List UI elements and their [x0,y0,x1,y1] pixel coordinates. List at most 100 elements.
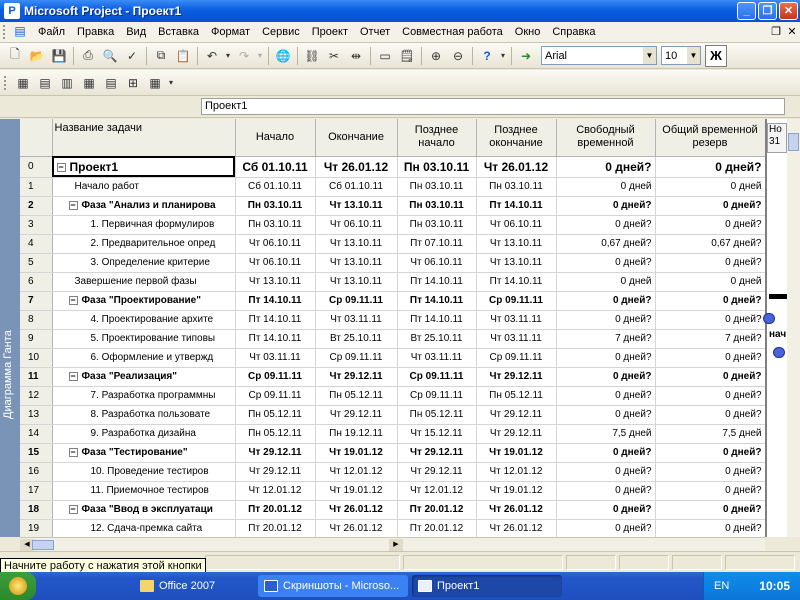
scroll-thumb[interactable] [32,540,54,550]
late-finish-cell[interactable]: Чт 12.01.12 [476,462,557,482]
start-cell[interactable]: Пн 03.10.11 [235,215,316,235]
row-id-cell[interactable]: 14 [20,424,53,444]
vertical-scrollbar[interactable] [787,119,800,537]
table-row[interactable]: 2− Фаза "Анализ и планирова Пн 03.10.11 Чт … [20,196,765,216]
total-slack-cell[interactable]: 0 дней [655,177,765,197]
gantt-task-bar[interactable] [763,313,775,324]
start-cell[interactable]: Ср 09.11.11 [235,386,316,406]
total-slack-cell[interactable]: 0 дней [655,272,765,292]
free-slack-cell[interactable]: 0 дней? [556,462,656,482]
row-id-cell[interactable]: 8 [20,310,53,330]
free-slack-cell[interactable]: 7,5 дней [556,424,656,444]
indent-arrow-icon[interactable]: ➜ [515,45,537,67]
row-id-cell[interactable]: 9 [20,329,53,349]
start-button[interactable] [0,572,36,600]
task-name-cell[interactable]: 5. Проектирование типовы [52,329,236,349]
row-id-cell[interactable]: 16 [20,462,53,482]
bold-button[interactable]: Ж [705,44,727,67]
view-network-icon[interactable]: ▥ [56,72,78,94]
finish-cell[interactable]: Ср 09.11.11 [315,348,398,368]
column-header-late-finish[interactable]: Позднее окончание [476,119,557,157]
font-select[interactable]: Arial ▼ [541,46,657,65]
collapse-icon[interactable]: − [56,162,66,172]
table-row[interactable]: 3 1. Первичная формулиров Пн 03.10.11 Чт 06… [20,215,765,235]
late-start-cell[interactable]: Ср 09.11.11 [397,367,477,387]
collapse-icon[interactable]: − [68,371,78,381]
task-name-cell[interactable]: − Фаза "Анализ и планирова [52,196,236,216]
gantt-task-bar[interactable] [773,347,785,358]
scroll-thumb[interactable] [788,133,799,151]
late-finish-cell[interactable]: Чт 06.10.11 [476,215,557,235]
free-slack-cell[interactable]: 0 дней? [556,348,656,368]
start-cell[interactable]: Пт 14.10.11 [235,291,316,311]
view-gantt-icon[interactable]: ▤ [34,72,56,94]
finish-cell[interactable]: Пн 19.12.11 [315,424,398,444]
start-cell[interactable]: Чт 12.01.12 [235,481,316,501]
entry-field[interactable]: Проект1 [201,98,785,115]
task-name-cell[interactable]: 1. Первичная формулиров [52,215,236,235]
toolbar-grip[interactable] [4,75,10,90]
task-name-cell[interactable]: Завершение первой фазы [52,272,236,292]
total-slack-cell[interactable]: 0 дней? [655,519,765,537]
free-slack-cell[interactable]: 0 дней? [556,500,656,520]
new-icon[interactable]: 🗋 [4,45,26,67]
finish-cell[interactable]: Чт 12.01.12 [315,462,398,482]
late-finish-cell[interactable]: Чт 03.11.11 [476,329,557,349]
late-start-cell[interactable]: Пн 03.10.11 [397,196,477,216]
menu-help[interactable]: Справка [546,22,601,43]
paste-icon[interactable]: 📋 [172,45,194,67]
finish-cell[interactable]: Чт 13.10.11 [315,253,398,273]
hyperlink-globe-icon[interactable]: 🌐 [272,45,294,67]
start-cell[interactable]: Чт 06.10.11 [235,253,316,273]
task-name-cell[interactable]: − Фаза "Тестирование" [52,443,236,463]
start-cell[interactable]: Пн 05.12.11 [235,405,316,425]
language-indicator[interactable]: EN [714,580,729,592]
column-header-late-start[interactable]: Позднее начало [397,119,477,157]
menu-project[interactable]: Проект [306,22,354,43]
finish-cell[interactable]: Сб 01.10.11 [315,177,398,197]
column-header-total-slack[interactable]: Общий временной резерв [655,119,765,157]
total-slack-cell[interactable]: 0 дней? [655,253,765,273]
doc-close-icon[interactable]: ✕ [784,24,800,40]
finish-cell[interactable]: Чт 26.01.12 [315,156,398,178]
row-id-cell[interactable]: 12 [20,386,53,406]
taskbar-item-word[interactable]: Скриншоты - Microso... [258,575,408,597]
view-tracking-icon[interactable]: ⊞ [122,72,144,94]
view-calendar-icon[interactable]: ▦ [78,72,100,94]
late-start-cell[interactable]: Пт 14.10.11 [397,310,477,330]
toolbar-options-icon[interactable]: ▾ [166,72,176,94]
late-start-cell[interactable]: Пт 20.01.12 [397,519,477,537]
open-icon[interactable]: 📂 [26,45,48,67]
table-row[interactable]: 6 Завершение первой фазы Чт 13.10.11 Чт 13.… [20,272,765,292]
row-id-cell[interactable]: 5 [20,253,53,273]
finish-cell[interactable]: Чт 13.10.11 [315,196,398,216]
late-finish-cell[interactable]: Чт 03.11.11 [476,310,557,330]
total-slack-cell[interactable]: 7 дней? [655,329,765,349]
row-id-cell[interactable]: 17 [20,481,53,501]
late-start-cell[interactable]: Пт 20.01.12 [397,500,477,520]
clock[interactable]: 10:05 [759,579,790,593]
task-name-cell[interactable]: Начало работ [52,177,236,197]
start-cell[interactable]: Сб 01.10.11 [235,177,316,197]
late-start-cell[interactable]: Пн 03.10.11 [397,215,477,235]
print-icon[interactable]: ⎙ [77,45,99,67]
table-row[interactable]: 19 12. Сдача-премка сайта Пт 20.01.12 Чт 26… [20,519,765,537]
late-finish-cell[interactable]: Пт 14.10.11 [476,196,557,216]
total-slack-cell[interactable]: 0 дней? [655,348,765,368]
row-id-cell[interactable]: 18 [20,500,53,520]
task-name-cell[interactable]: 7. Разработка программны [52,386,236,406]
late-start-cell[interactable]: Чт 29.12.11 [397,443,477,463]
late-start-cell[interactable]: Вт 25.10.11 [397,329,477,349]
table-row[interactable]: 1 Начало работ Сб 01.10.11 Сб 01.10.11 Пн 03… [20,177,765,197]
zoom-in-icon[interactable]: ⊕ [425,45,447,67]
table-row[interactable]: 4 2. Предварительное опред Чт 06.10.11 Чт 1… [20,234,765,254]
row-id-cell[interactable]: 15 [20,443,53,463]
task-name-cell[interactable]: 11. Приемочное тестиров [52,481,236,501]
menu-report[interactable]: Отчет [354,22,396,43]
table-row[interactable]: 14 9. Разработка дизайна Пн 05.12.11 Пн 19.… [20,424,765,444]
late-finish-cell[interactable]: Чт 26.01.12 [476,519,557,537]
gantt-horizontal-scrollbar[interactable] [403,537,765,551]
start-cell[interactable]: Пн 05.12.11 [235,424,316,444]
start-cell[interactable]: Чт 29.12.11 [235,443,316,463]
start-cell[interactable]: Пт 20.01.12 [235,519,316,537]
